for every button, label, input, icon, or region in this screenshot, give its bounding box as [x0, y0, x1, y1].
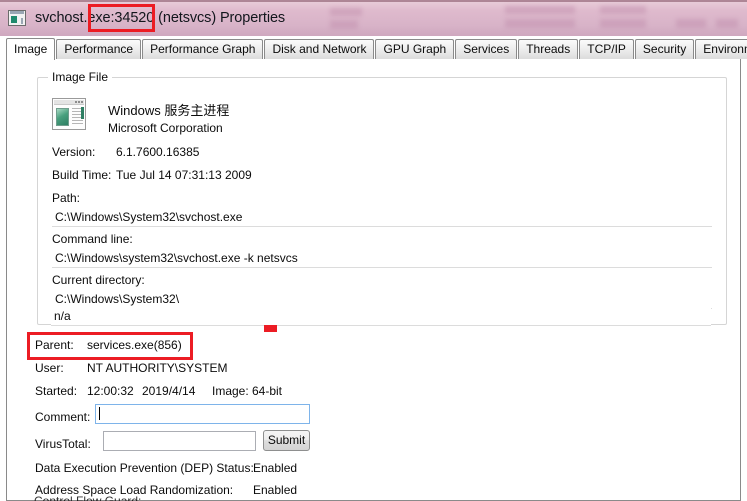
process-window-icon [8, 10, 26, 26]
path-label: Path: [52, 191, 81, 205]
text-caret [99, 407, 100, 420]
started-date: 2019/4/14 [142, 384, 196, 398]
current-directory-label: Current directory: [52, 273, 145, 287]
virustotal-label: VirusTotal: [35, 437, 91, 451]
image-bits-label: Image: [212, 384, 249, 398]
tab-environment[interactable]: Environment [695, 39, 747, 59]
command-line-label: Command line: [52, 232, 133, 246]
tab-disk-and-network[interactable]: Disk and Network [264, 39, 375, 59]
virustotal-input[interactable] [103, 431, 256, 451]
parent-label: Parent: [35, 338, 74, 352]
tabstrip: Image Performance Performance Graph Disk… [6, 38, 747, 60]
tab-threads[interactable]: Threads [518, 39, 579, 59]
user-label: User: [35, 361, 64, 375]
tab-image[interactable]: Image [6, 38, 56, 60]
path-field[interactable]: C:\Windows\System32\svchost.exe [52, 209, 712, 227]
aslr-value: Enabled [253, 483, 298, 497]
autostart-location-field[interactable]: n/a [51, 308, 711, 326]
tab-performance-graph[interactable]: Performance Graph [142, 39, 264, 59]
parent-value: services.exe(856) [87, 338, 182, 352]
image-file-group-title: Image File [48, 70, 113, 84]
build-time-value: Tue Jul 14 07:31:13 2009 [116, 168, 252, 182]
dep-status-value: Enabled [253, 461, 298, 475]
tab-tcp-ip[interactable]: TCP/IP [579, 39, 634, 59]
annotation-mark-dash [264, 325, 277, 332]
properties-window: svchost.exe:34520 (netsvcs) Properties I… [0, 0, 747, 501]
screenshot-root: svchost.exe:34520 (netsvcs) Properties I… [0, 0, 747, 501]
window-title: svchost.exe:34520 (netsvcs) Properties [35, 10, 286, 26]
started-time: 12:00:32 [87, 384, 134, 398]
window-titlebar[interactable]: svchost.exe:34520 (netsvcs) Properties [0, 0, 300, 36]
image-tab-page: Image File Windows 服务主进程 Microsoft Corpo… [6, 59, 741, 501]
image-bits-value: 64-bit [252, 384, 283, 398]
started-label: Started: [35, 384, 78, 398]
application-image-icon [52, 98, 86, 130]
build-time-label: Build Time: [52, 168, 112, 182]
clipped-bottom-row: Control Flow Guard: [34, 494, 142, 501]
submit-button[interactable]: Submit [263, 430, 310, 451]
tab-gpu-graph[interactable]: GPU Graph [375, 39, 455, 59]
command-line-field[interactable]: C:\Windows\system32\svchost.exe -k netsv… [52, 250, 712, 268]
image-file-groupbox: Image File Windows 服务主进程 Microsoft Corpo… [37, 70, 727, 328]
image-description: Windows 服务主进程 [108, 103, 230, 118]
dep-status-label: Data Execution Prevention (DEP) Status: [35, 461, 254, 475]
tab-services[interactable]: Services [455, 39, 518, 59]
tab-performance[interactable]: Performance [56, 39, 142, 59]
version-label: Version: [52, 145, 96, 159]
version-value: 6.1.7600.16385 [116, 145, 200, 159]
comment-input[interactable] [95, 404, 310, 424]
comment-label: Comment: [35, 410, 91, 424]
tab-security[interactable]: Security [634, 39, 695, 59]
image-company: Microsoft Corporation [108, 121, 223, 135]
current-directory-field[interactable]: C:\Windows\System32\ [52, 291, 712, 309]
user-value: NT AUTHORITY\SYSTEM [87, 361, 228, 375]
